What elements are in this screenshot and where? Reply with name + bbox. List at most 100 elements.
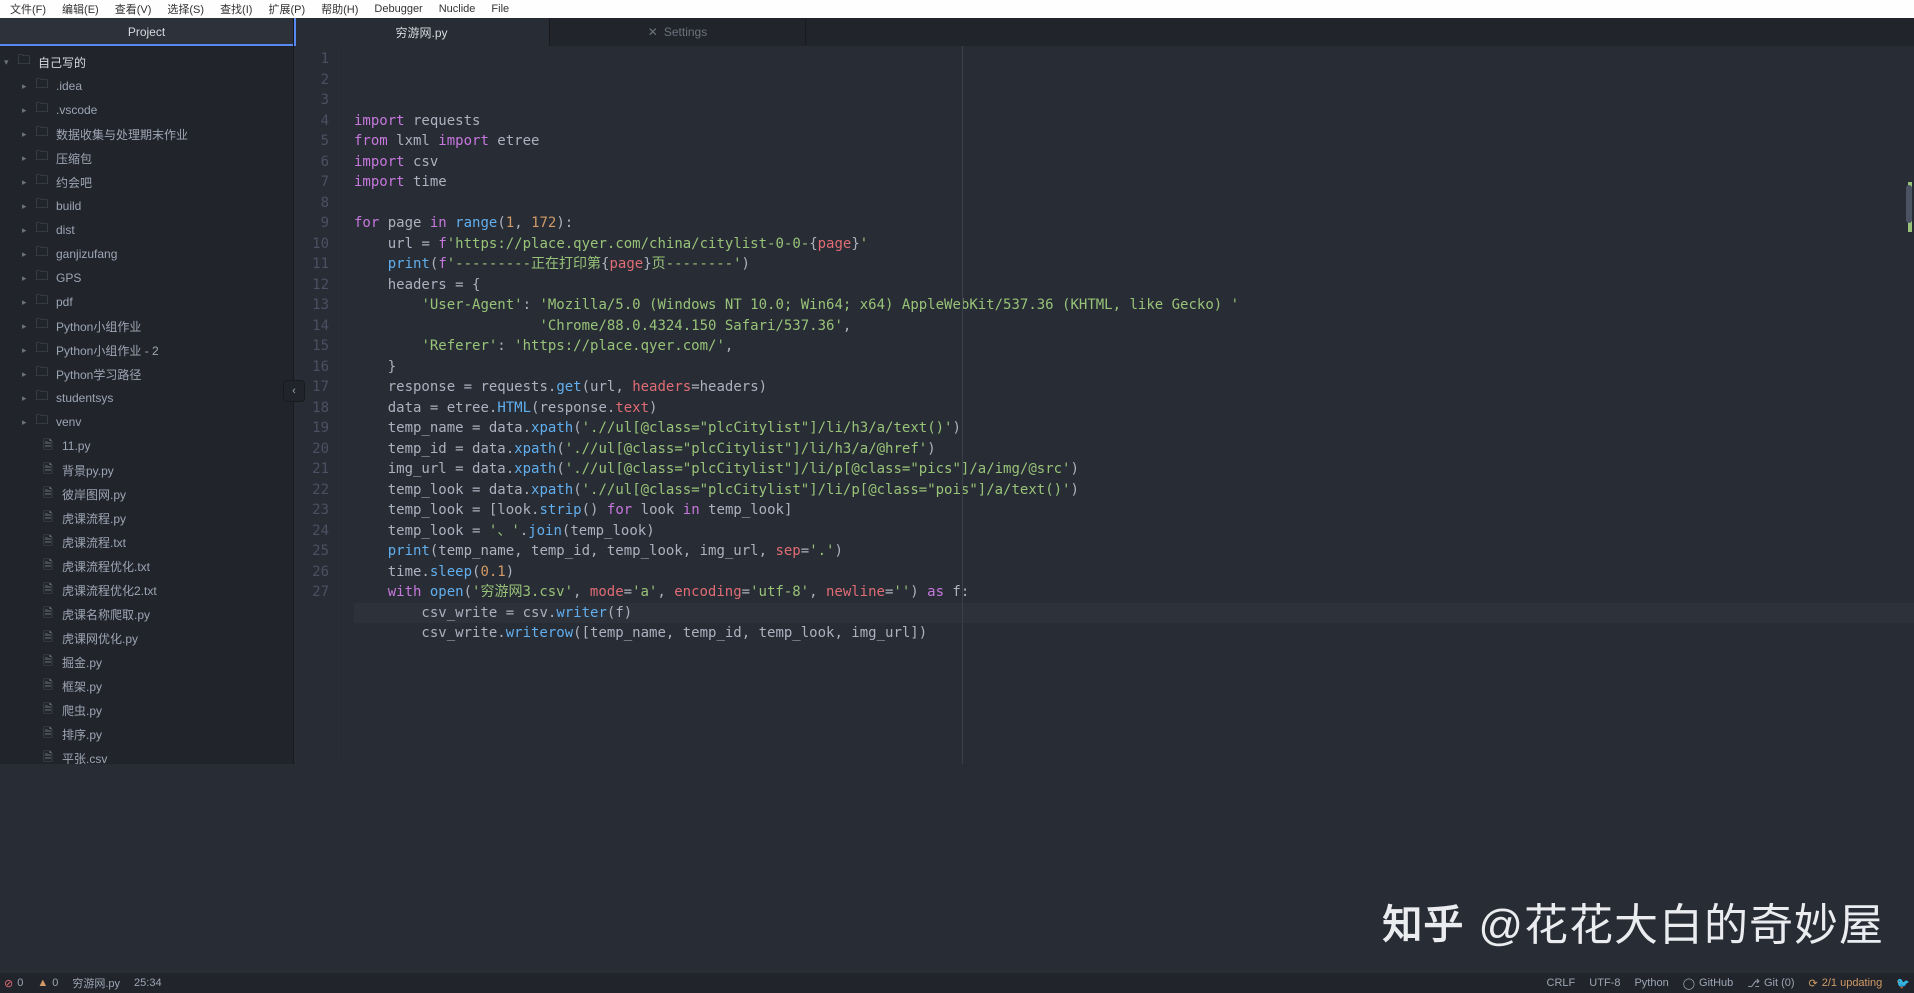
status-file[interactable]: 穷游网.py — [72, 975, 120, 991]
code-line[interactable]: csv_write = csv.writer(f) — [354, 603, 1914, 624]
tree-folder[interactable]: ▸dist — [0, 218, 293, 242]
code-line[interactable]: headers = { — [354, 275, 1914, 296]
tree-root[interactable]: ▾自己写的 — [0, 50, 293, 74]
code-line[interactable]: temp_look = [look.strip() for look in te… — [354, 500, 1914, 521]
tree-folder[interactable]: ▸Python学习路径 — [0, 362, 293, 386]
tree-label: 排序.py — [62, 726, 102, 743]
tree-folder[interactable]: ▸Python小组作业 — [0, 314, 293, 338]
file-icon — [40, 556, 56, 577]
code-line[interactable]: time.sleep(0.1) — [354, 562, 1914, 583]
status-eol[interactable]: CRLF — [1547, 977, 1576, 989]
sidebar-toggle[interactable]: ‹ — [283, 380, 305, 402]
code-line[interactable]: temp_id = data.xpath('.//ul[@class="plcC… — [354, 439, 1914, 460]
code-line[interactable] — [354, 193, 1914, 214]
chevron-icon: ▸ — [22, 225, 32, 236]
tree-folder[interactable]: ▸.vscode — [0, 98, 293, 122]
chevron-icon: ▸ — [22, 297, 32, 308]
tree-file[interactable]: 背景py.py — [0, 458, 293, 482]
tree-file[interactable]: 掘金.py — [0, 650, 293, 674]
code-line[interactable]: 'Chrome/88.0.4324.150 Safari/537.36', — [354, 316, 1914, 337]
chevron-icon: ▸ — [22, 321, 32, 332]
code-line[interactable]: from lxml import etree — [354, 131, 1914, 152]
menu-s[interactable]: 选择(S) — [159, 1, 212, 17]
tree-folder[interactable]: ▸压缩包 — [0, 146, 293, 170]
code-line[interactable]: url = f'https://place.qyer.com/china/cit… — [354, 234, 1914, 255]
code-line[interactable]: data = etree.HTML(response.text) — [354, 398, 1914, 419]
tree-file[interactable]: 虎课网优化.py — [0, 626, 293, 650]
code-line[interactable]: import requests — [354, 111, 1914, 132]
tree-file[interactable]: 平张.csv — [0, 746, 293, 764]
menu-debugger[interactable]: Debugger — [366, 3, 430, 15]
tree-label: ganjizufang — [56, 247, 117, 261]
code-line[interactable]: img_url = data.xpath('.//ul[@class="plcC… — [354, 459, 1914, 480]
ruler — [962, 46, 963, 764]
folder-icon — [34, 411, 50, 433]
tree-file[interactable]: 虎课流程优化.txt — [0, 554, 293, 578]
editor-tabs: 穷游网.py ✕Settings — [294, 18, 1914, 46]
status-git[interactable]: ⎇ Git (0) — [1747, 977, 1794, 990]
code-line[interactable]: with open('穷游网3.csv', mode='a', encoding… — [354, 582, 1914, 603]
editor-scrollbar[interactable] — [1904, 50, 1912, 730]
code-line[interactable]: print(f'---------正在打印第{page}页--------') — [354, 254, 1914, 275]
tree-folder[interactable]: ▸.idea — [0, 74, 293, 98]
tree-file[interactable]: 爬虫.py — [0, 698, 293, 722]
status-fetch[interactable]: ⟳ 2/1 updating — [1809, 977, 1883, 990]
sidebar-tab-project[interactable]: Project — [0, 18, 293, 46]
tree-folder[interactable]: ▸Python小组作业 - 2 — [0, 338, 293, 362]
status-errors[interactable]: ⊘0 — [4, 977, 23, 990]
code-line[interactable]: for page in range(1, 172): — [354, 213, 1914, 234]
status-warnings[interactable]: ▲0 — [37, 977, 58, 989]
tree-file[interactable]: 虎课流程.txt — [0, 530, 293, 554]
code-line[interactable]: 'User-Agent': 'Mozilla/5.0 (Windows NT 1… — [354, 295, 1914, 316]
code-line[interactable]: temp_look = data.xpath('.//ul[@class="pl… — [354, 480, 1914, 501]
menu-h[interactable]: 帮助(H) — [313, 1, 366, 17]
menu-p[interactable]: 扩展(P) — [260, 1, 313, 17]
menu-i[interactable]: 查找(I) — [212, 1, 260, 17]
menu-nuclide[interactable]: Nuclide — [431, 3, 484, 15]
scroll-thumb[interactable] — [1906, 185, 1912, 223]
tree-file[interactable]: 11.py — [0, 434, 293, 458]
code-line[interactable]: import csv — [354, 152, 1914, 173]
tree-folder[interactable]: ▸数据收集与处理期末作业 — [0, 122, 293, 146]
tree-folder[interactable]: ▸约会吧 — [0, 170, 293, 194]
tree-file[interactable]: 虎课流程优化2.txt — [0, 578, 293, 602]
code-content[interactable]: import requestsfrom lxml import etreeimp… — [342, 46, 1914, 764]
chevron-icon: ▸ — [22, 273, 32, 284]
menu-v[interactable]: 查看(V) — [107, 1, 160, 17]
code-line[interactable]: temp_look = '、'.join(temp_look) — [354, 521, 1914, 542]
menu-file[interactable]: File — [483, 3, 517, 15]
tree-file[interactable]: 虎课名称爬取.py — [0, 602, 293, 626]
tree-file[interactable]: 虎课流程.py — [0, 506, 293, 530]
tree-folder[interactable]: ▸GPS — [0, 266, 293, 290]
code-line[interactable]: } — [354, 357, 1914, 378]
tree-file[interactable]: 框架.py — [0, 674, 293, 698]
code-line[interactable] — [354, 644, 1914, 665]
code-line[interactable]: response = requests.get(url, headers=hea… — [354, 377, 1914, 398]
code-line[interactable]: csv_write.writerow([temp_name, temp_id, … — [354, 623, 1914, 644]
chevron-icon: ▸ — [22, 369, 32, 380]
tab-settings[interactable]: ✕Settings — [550, 18, 806, 46]
tab-py[interactable]: 穷游网.py — [294, 18, 550, 46]
folder-icon — [34, 243, 50, 265]
tree-folder[interactable]: ▸build — [0, 194, 293, 218]
status-github[interactable]: ◯ GitHub — [1683, 977, 1734, 990]
tab-label: 穷游网.py — [395, 24, 447, 41]
code-line[interactable]: import time — [354, 172, 1914, 193]
tree-folder[interactable]: ▸ganjizufang — [0, 242, 293, 266]
code-editor[interactable]: 1234567891011121314151617181920212223242… — [294, 46, 1914, 764]
status-cursor-pos[interactable]: 25:34 — [134, 977, 162, 989]
tree-folder[interactable]: ▸studentsys — [0, 386, 293, 410]
code-line[interactable]: print(temp_name, temp_id, temp_look, img… — [354, 541, 1914, 562]
code-line[interactable]: 'Referer': 'https://place.qyer.com/', — [354, 336, 1914, 357]
menu-e[interactable]: 编辑(E) — [54, 1, 107, 17]
menu-f[interactable]: 文件(F) — [2, 1, 54, 17]
status-encoding[interactable]: UTF-8 — [1589, 977, 1620, 989]
tree-file[interactable]: 彼岸图网.py — [0, 482, 293, 506]
code-line[interactable]: temp_name = data.xpath('.//ul[@class="pl… — [354, 418, 1914, 439]
project-tree[interactable]: ▾自己写的▸.idea▸.vscode▸数据收集与处理期末作业▸压缩包▸约会吧▸… — [0, 46, 293, 764]
tree-file[interactable]: 排序.py — [0, 722, 293, 746]
tree-folder[interactable]: ▸pdf — [0, 290, 293, 314]
status-language[interactable]: Python — [1634, 977, 1668, 989]
tree-folder[interactable]: ▸venv — [0, 410, 293, 434]
twitter-icon[interactable]: 🐦 — [1896, 977, 1910, 990]
